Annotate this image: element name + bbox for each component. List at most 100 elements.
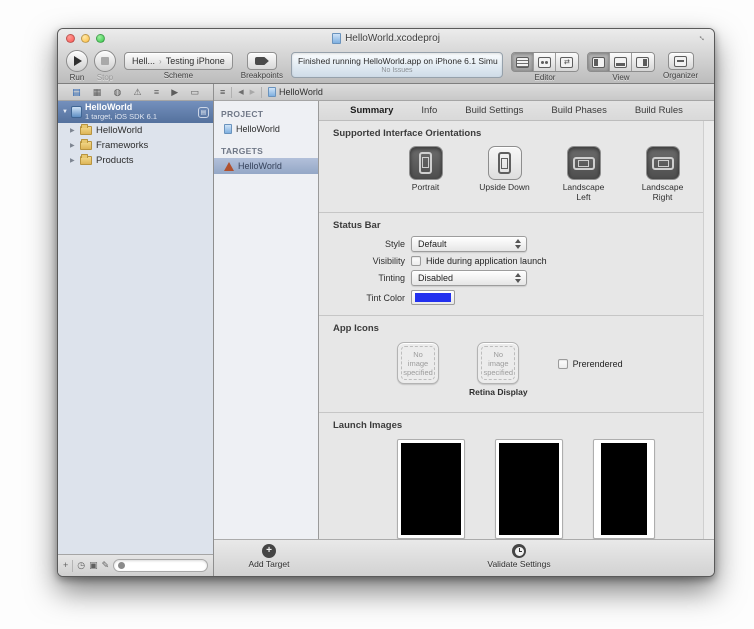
add-target-button[interactable]: + Add Target (234, 544, 304, 569)
organizer-button[interactable] (667, 52, 694, 70)
toolbar: Run Stop Hell... › Testing iPhone Scheme… (58, 47, 714, 83)
debug-area-toggle-button[interactable] (609, 53, 632, 71)
log-navigator-icon[interactable]: ▭ (190, 87, 199, 97)
group-row-helloworld[interactable]: ▶ HelloWorld (58, 123, 213, 138)
launch-images-header: Launch Images (333, 420, 403, 431)
prerendered-checkbox[interactable] (557, 358, 568, 369)
tab-build-settings[interactable]: Build Settings (465, 105, 523, 116)
window-title-text: HelloWorld.xcodeproj (345, 32, 440, 44)
scm-status-icon[interactable]: ▣ (89, 561, 98, 570)
activity-viewer[interactable]: Finished running HelloWorld.app on iPhon… (290, 52, 503, 78)
group-row-frameworks[interactable]: ▶ Frameworks (58, 138, 213, 153)
hide-during-launch-checkbox[interactable] (411, 256, 421, 266)
close-button[interactable] (66, 34, 75, 43)
phone-landscape-left-icon (572, 156, 595, 170)
title-bar[interactable]: HelloWorld.xcodeproj ↔ (58, 29, 714, 47)
jump-bar: ≡ ◀ ▶ HelloWorld (214, 84, 714, 101)
minimize-button[interactable] (81, 34, 90, 43)
editor-area: ≡ ◀ ▶ HelloWorld PROJECT HelloWorld TARG… (214, 84, 714, 576)
fullscreen-icon[interactable]: ↔ (696, 30, 709, 43)
visibility-label: Visibility (372, 256, 405, 266)
status-bar-header: Status Bar (333, 220, 381, 231)
symbol-navigator-icon[interactable]: ▦ (93, 87, 102, 97)
issue-navigator-icon[interactable]: ⚠ (134, 87, 142, 97)
scheme-selector[interactable]: Hell... › Testing iPhone (124, 52, 233, 70)
landscape-right-toggle[interactable] (645, 146, 680, 180)
launch-image-retina4-well[interactable] (593, 439, 655, 539)
debug-pane-icon (613, 56, 627, 68)
version-editor-button[interactable]: ⇄ (555, 53, 578, 71)
prerendered-label: Prerendered (572, 358, 623, 369)
launch-image-retina35-well[interactable] (495, 439, 563, 539)
folder-icon (80, 124, 92, 135)
filter-field[interactable] (113, 559, 208, 572)
validate-settings-clock-icon (512, 544, 526, 558)
vertical-scrollbar[interactable] (703, 121, 714, 539)
add-icon[interactable]: + (63, 561, 68, 570)
tint-color-well[interactable] (411, 290, 455, 305)
breakpoint-navigator-icon[interactable]: ▶ (171, 87, 178, 97)
desktop: HelloWorld.xcodeproj ↔ Run Stop Hell... … (0, 0, 754, 629)
editor-segmented-control: ⇄ (510, 52, 579, 72)
tab-build-phases[interactable]: Build Phases (551, 105, 606, 116)
style-popup[interactable]: Default (411, 236, 527, 252)
navigator-pane-icon (591, 56, 605, 68)
related-items-icon[interactable]: ≡ (220, 87, 225, 97)
tab-summary[interactable]: Summary (350, 105, 393, 116)
project-row[interactable]: ▼ HelloWorld 1 target, iOS SDK 6.1 ▤ (58, 101, 213, 123)
organizer-label: Organizer (662, 71, 699, 80)
group-row-products[interactable]: ▶ Products (58, 153, 213, 168)
recent-files-icon[interactable]: ◷ (77, 561, 85, 570)
run-button[interactable] (66, 50, 88, 72)
utilities-toggle-button[interactable] (631, 53, 654, 71)
standard-editor-button[interactable] (511, 53, 534, 71)
back-button[interactable]: ◀ (238, 88, 243, 96)
stop-label: Stop (96, 73, 114, 82)
scheme-group: Hell... › Testing iPhone Scheme (124, 50, 233, 80)
proxy-document-icon (332, 32, 342, 44)
window-chrome: HelloWorld.xcodeproj ↔ Run Stop Hell... … (58, 29, 714, 84)
debug-navigator-icon[interactable]: ≡ (154, 87, 159, 97)
assistant-editor-button[interactable] (533, 53, 556, 71)
tab-build-rules[interactable]: Build Rules (635, 105, 683, 116)
app-icon-well[interactable]: No image specified (397, 342, 439, 384)
project-popover-badge[interactable]: ▤ (198, 106, 209, 118)
orientation-label: Landscape Left (562, 182, 605, 202)
editor-tab-bar: Summary Info Build Settings Build Phases… (319, 101, 714, 121)
validate-settings-button[interactable]: Validate Settings (464, 544, 574, 569)
scheme-name[interactable]: Hell... (132, 56, 155, 66)
phone-upside-down-icon (498, 152, 511, 174)
disclosure-closed-icon[interactable]: ▶ (70, 157, 76, 164)
tinting-popup[interactable]: Disabled (411, 270, 527, 286)
popup-arrows-icon (515, 239, 521, 249)
navigator-toggle-button[interactable] (587, 53, 610, 71)
style-value: Default (418, 239, 447, 249)
search-navigator-icon[interactable]: ◍ (114, 87, 122, 97)
upside-down-toggle[interactable] (487, 146, 522, 180)
jump-bar-file[interactable]: HelloWorld (268, 87, 323, 97)
breakpoints-button[interactable] (246, 52, 277, 70)
target-item[interactable]: HelloWorld (214, 158, 318, 174)
project-editor: PROJECT HelloWorld TARGETS HelloWorld Su… (214, 101, 714, 539)
scheme-destination[interactable]: Testing iPhone (166, 56, 225, 66)
zoom-button[interactable] (96, 34, 105, 43)
phone-landscape-right-icon (651, 156, 674, 170)
portrait-toggle[interactable] (408, 146, 443, 180)
target-app-icon (224, 161, 234, 171)
project-item[interactable]: HelloWorld (214, 121, 318, 137)
disclosure-closed-icon[interactable]: ▶ (70, 142, 76, 149)
tab-info[interactable]: Info (421, 105, 437, 116)
disclosure-open-icon[interactable]: ▼ (62, 109, 68, 115)
launch-image-well[interactable] (397, 439, 465, 539)
stop-button[interactable] (94, 50, 116, 72)
retina-app-icon-well[interactable]: No image specified (477, 342, 520, 384)
disclosure-closed-icon[interactable]: ▶ (70, 127, 76, 134)
organizer-icon (674, 55, 688, 67)
forward-button[interactable]: ▶ (250, 88, 255, 96)
project-navigator-icon[interactable]: ▤ (72, 87, 81, 97)
tint-color-swatch (415, 293, 451, 302)
landscape-left-toggle[interactable] (566, 146, 601, 180)
unsaved-files-icon[interactable]: ✎ (102, 561, 110, 570)
add-target-label: Add Target (248, 559, 290, 569)
orientation-label: Portrait (411, 182, 440, 192)
